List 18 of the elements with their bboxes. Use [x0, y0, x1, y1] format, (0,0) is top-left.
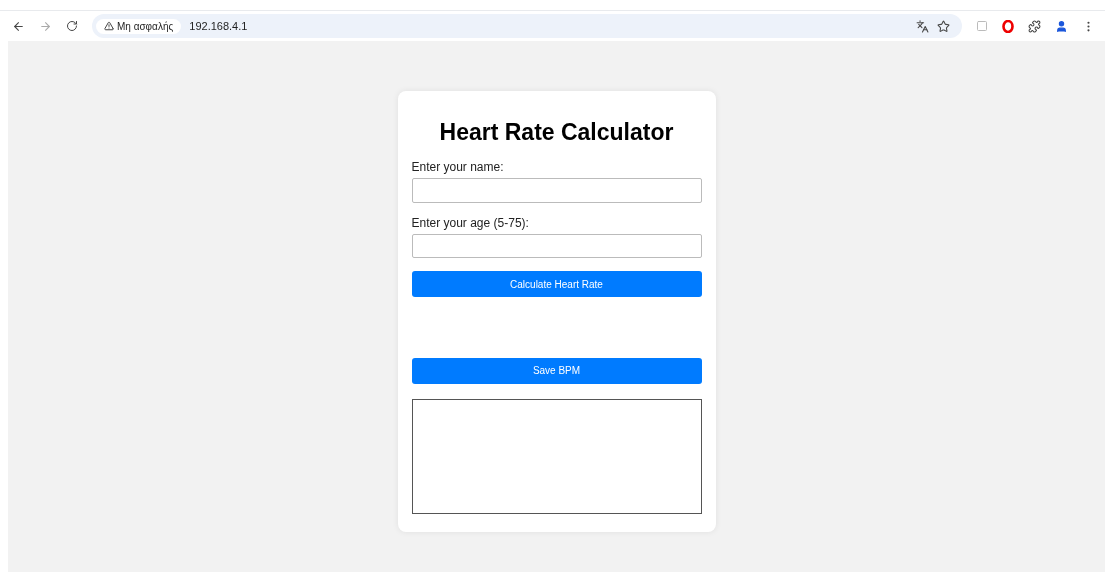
- security-label: Μη ασφαλής: [117, 20, 174, 32]
- output-box[interactable]: [411, 398, 702, 515]
- input-field[interactable]: [411, 233, 702, 259]
- reload-icon[interactable]: [66, 20, 78, 32]
- field-label: Enter your age (5-75):: [411, 215, 530, 230]
- input-field[interactable]: [411, 178, 702, 203]
- translate-icon[interactable]: [916, 19, 929, 33]
- security-chip[interactable]: Μη ασφαλής: [96, 18, 182, 34]
- calculate-button[interactable]: Calculate Heart Rate: [411, 271, 702, 297]
- bookmark-star-icon[interactable]: [937, 19, 950, 33]
- puzzle-icon[interactable]: [1028, 19, 1041, 33]
- back-icon[interactable]: [12, 19, 25, 33]
- warning-icon: [104, 21, 114, 31]
- page-title: Heart Rate Calculator: [438, 119, 675, 146]
- save-button[interactable]: Save BPM: [411, 358, 702, 384]
- address-text[interactable]: 192.168.4.1: [189, 20, 908, 32]
- field-label: Enter your name:: [411, 160, 505, 174]
- profile-icon[interactable]: [1055, 19, 1068, 33]
